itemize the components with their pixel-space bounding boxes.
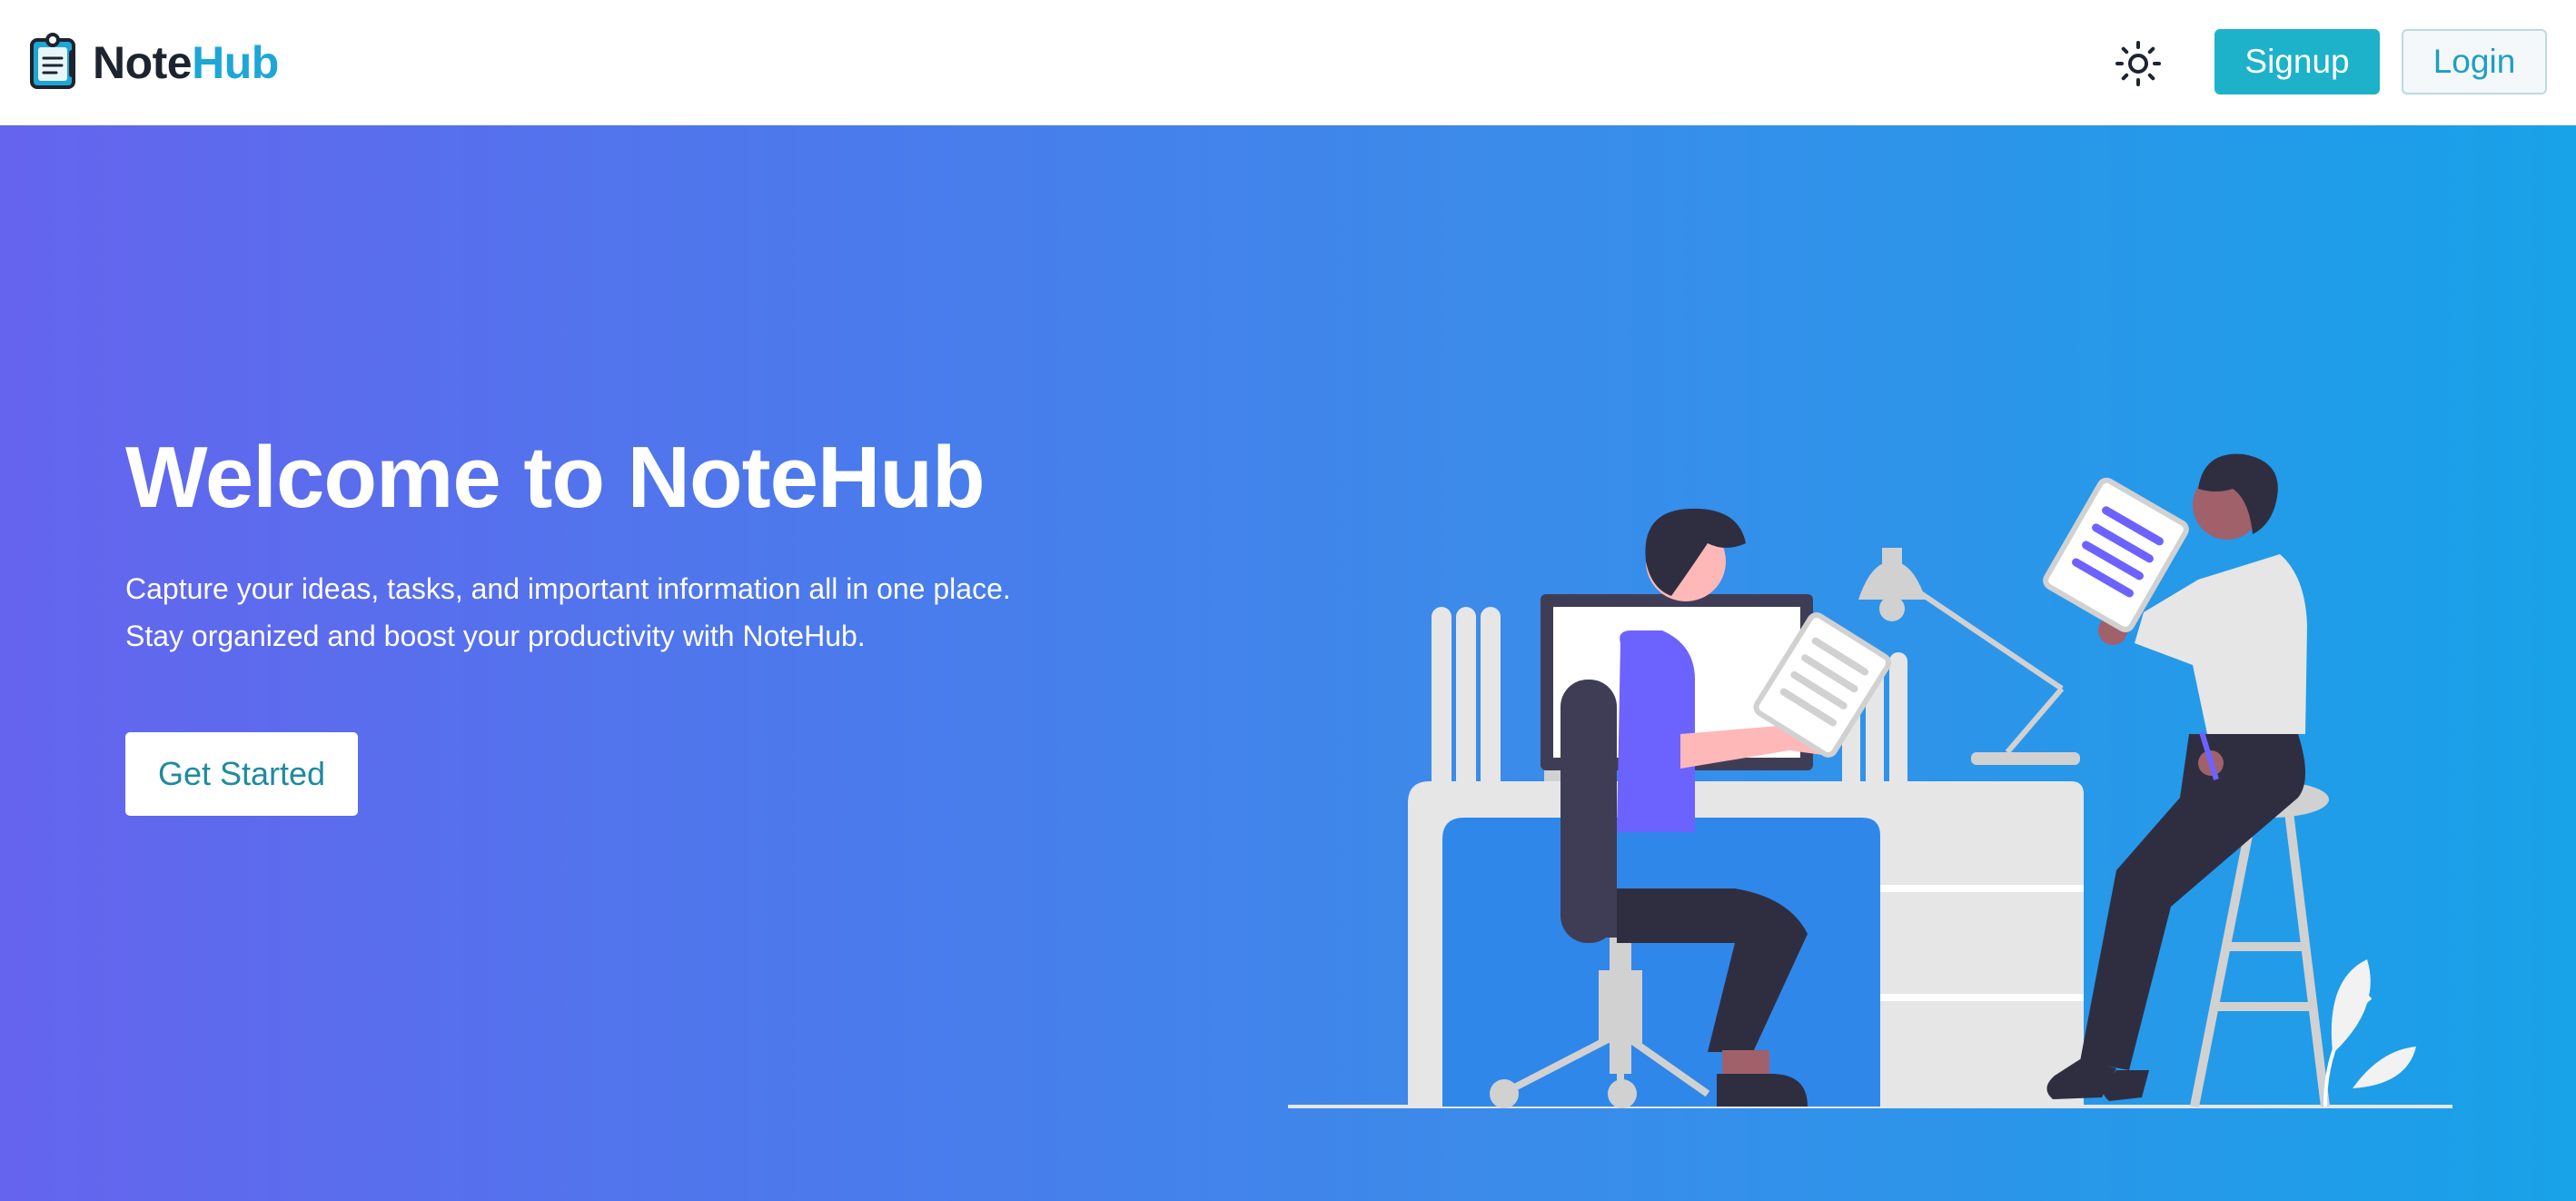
get-started-button[interactable]: Get Started (125, 732, 358, 816)
notebook-icon (29, 32, 93, 94)
hero-section: Welcome to NoteHub Capture your ideas, t… (0, 125, 2576, 1201)
login-button[interactable]: Login (2402, 29, 2547, 94)
hero-title: Welcome to NoteHub (125, 429, 986, 526)
sun-icon (2115, 41, 2161, 86)
signup-button[interactable]: Signup (2214, 29, 2380, 94)
top-navbar: NoteHub Signup Login (0, 0, 2576, 125)
theme-toggle-button[interactable] (2115, 40, 2162, 87)
hero-description: Capture your ideas, tasks, and important… (125, 572, 1011, 652)
brand-logo-link[interactable]: NoteHub (29, 32, 279, 94)
office-workers-illustration (1288, 453, 2452, 1108)
brand-name: NoteHub (93, 37, 279, 88)
